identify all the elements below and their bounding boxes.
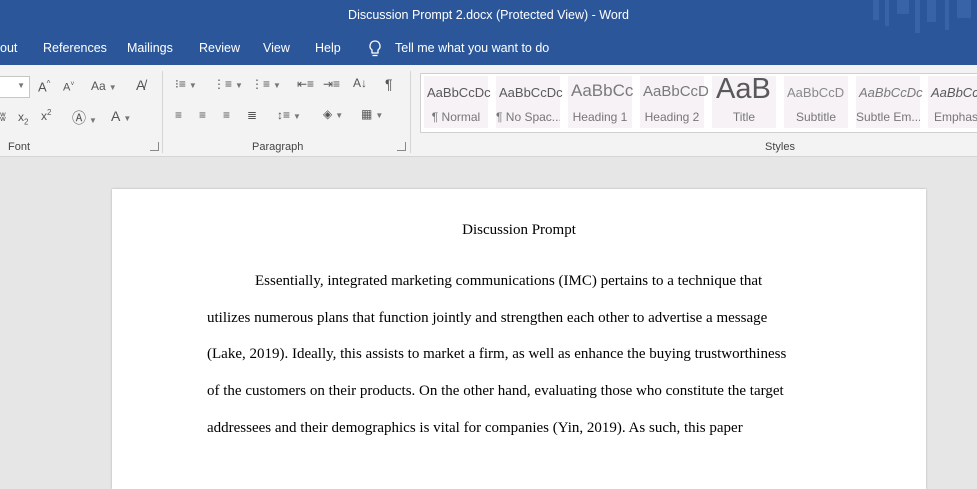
style-sample: AaBbCcD (787, 85, 845, 100)
style-subtitle[interactable]: AaBbCcD Subtitle (784, 76, 848, 128)
style-sample: AaBbCcDc (499, 85, 563, 100)
align-right-icon[interactable]: ≡ (223, 108, 230, 122)
paragraph-dialog-launcher-icon[interactable] (397, 142, 406, 151)
font-color-icon[interactable]: A ▼ (111, 108, 131, 124)
ribbon-tabs: out References Mailings Review View Help… (0, 33, 977, 65)
style-sample: AaBbCcDc (427, 85, 491, 100)
borders-icon[interactable]: ▦ ▼ (361, 107, 383, 121)
style-sample: AaBbCc (931, 85, 977, 100)
style-name: Title (732, 110, 756, 124)
style-sample: AaBbCcD (643, 83, 709, 100)
pilcrow-icon[interactable]: ¶ (385, 76, 393, 92)
text-effects-icon[interactable]: Ⓐ ▼ (72, 108, 97, 128)
tab-layout[interactable]: out (0, 41, 17, 55)
shrink-font-icon[interactable]: A˅ (63, 81, 74, 94)
tab-view[interactable]: View (263, 41, 290, 55)
bullets-icon[interactable]: ⁝≡ ▼ (175, 77, 197, 91)
change-case-icon[interactable]: Aa ▼ (91, 79, 117, 93)
style-heading-1[interactable]: AaBbCc Heading 1 (568, 76, 634, 128)
style-name: Emphas (934, 110, 977, 124)
style-name: Heading 2 (644, 110, 700, 124)
style-heading-2[interactable]: AaBbCcD Heading 2 (640, 76, 709, 128)
font-size-dropdown[interactable]: ▼ (0, 76, 30, 98)
style-name: Subtitle (795, 110, 837, 124)
tab-mailings[interactable]: Mailings (127, 41, 173, 55)
line-spacing-icon[interactable]: ↕≡ ▼ (277, 108, 301, 122)
group-label-font: Font (8, 141, 31, 153)
align-left-icon[interactable]: ≡ (175, 108, 182, 122)
decrease-indent-icon[interactable]: ⇤≡ (297, 77, 314, 91)
title-bar-decoration (867, 0, 977, 33)
styles-gallery: AaBbCcDc ¶ Normal AaBbCcDc ¶ No Spac... … (420, 73, 977, 133)
document-canvas[interactable]: Discussion Prompt Essentially, integrate… (0, 157, 977, 489)
style-sample: AaB (716, 73, 771, 105)
strikethrough-icon[interactable]: ʬ (0, 110, 6, 124)
style-name: ¶ Normal (431, 110, 481, 124)
grow-font-icon[interactable]: A^ (38, 79, 50, 94)
group-divider (162, 71, 163, 153)
clear-formatting-icon[interactable]: A̸ (136, 77, 145, 93)
group-label-paragraph: Paragraph (252, 141, 304, 153)
justify-icon[interactable]: ≣ (247, 108, 257, 122)
document-title: Discussion Prompt (462, 222, 576, 238)
style-no-spacing[interactable]: AaBbCcDc ¶ No Spac... (496, 76, 563, 128)
style-normal[interactable]: AaBbCcDc ¶ Normal (424, 76, 491, 128)
align-center-icon[interactable]: ≡ (199, 108, 206, 122)
style-sample: AaBbCcDc (859, 85, 923, 100)
paragraph-line: Essentially, integrated marketing commun… (255, 273, 763, 289)
superscript-icon[interactable]: x2 (41, 108, 51, 123)
paragraph-line: of the customers on their products. On t… (207, 383, 784, 399)
style-emphasis[interactable]: AaBbCc Emphas (928, 76, 977, 128)
style-sample: AaBbCc (571, 81, 634, 100)
style-name: Heading 1 (572, 110, 628, 124)
tab-help[interactable]: Help (315, 41, 341, 55)
tab-references[interactable]: References (43, 41, 107, 55)
title-bar: Discussion Prompt 2.docx (Protected View… (0, 0, 977, 33)
ribbon-home: ▼ A^ A˅ Aa ▼ A̸ ʬ x2 x2 Ⓐ ▼ A ▼ Font ⁝≡ ▼ ⋮≡… (0, 65, 977, 157)
tell-me-search[interactable]: Tell me what you want to do (395, 41, 549, 55)
sort-icon[interactable]: A↓ (353, 76, 367, 90)
paragraph-line: addressees and their demographics is vit… (207, 420, 743, 436)
style-subtle-emphasis[interactable]: AaBbCcDc Subtle Em... (856, 76, 923, 128)
font-dialog-launcher-icon[interactable] (150, 142, 159, 151)
multilevel-list-icon[interactable]: ⋮≡ ▼ (251, 77, 281, 91)
window-title: Discussion Prompt 2.docx (Protected View… (348, 8, 629, 22)
style-name: Subtle Em... (856, 110, 920, 124)
paragraph-line: (Lake, 2019). Ideally, this assists to m… (207, 346, 787, 362)
style-name: ¶ No Spac... (496, 110, 560, 124)
group-label-styles: Styles (765, 141, 795, 153)
numbering-icon[interactable]: ⋮≡ ▼ (213, 77, 243, 91)
tab-review[interactable]: Review (199, 41, 240, 55)
increase-indent-icon[interactable]: ⇥≡ (323, 77, 340, 91)
shading-icon[interactable]: ◈ ▼ (323, 107, 343, 121)
style-title[interactable]: AaB Title (712, 73, 776, 128)
paragraph-line: utilizes numerous plans that function jo… (207, 310, 768, 326)
document-page[interactable]: Discussion Prompt Essentially, integrate… (112, 189, 926, 489)
group-divider (410, 71, 411, 153)
subscript-icon[interactable]: x2 (18, 110, 28, 126)
lightbulb-icon[interactable] (368, 40, 382, 61)
